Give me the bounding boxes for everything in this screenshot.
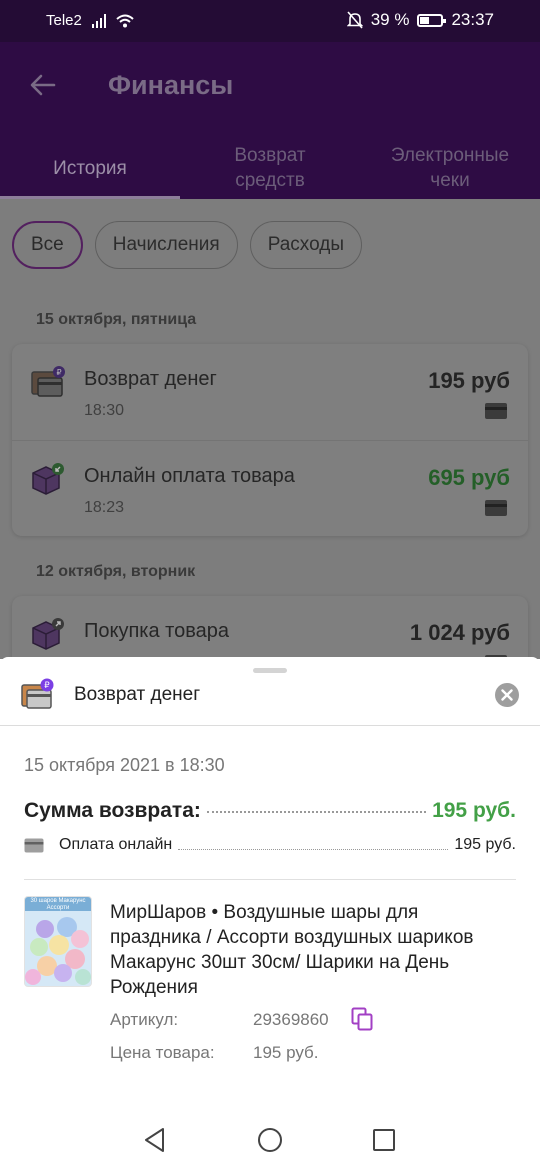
price-value: 195 руб. [253, 1043, 319, 1062]
wifi-icon [116, 14, 134, 27]
transaction-row[interactable]: Покупка товара 1 024 руб [12, 596, 528, 659]
transaction-name: Покупка товара [84, 620, 229, 642]
product-image-caption: 30 шаров Макарунс Ассорти [25, 897, 91, 911]
payment-method-row: Оплата онлайн 195 руб. [24, 833, 516, 857]
battery-percent: 39 % [370, 10, 410, 29]
tab-refunds[interactable]: Возврат средств [180, 137, 360, 199]
divider [24, 879, 516, 880]
dotted-leader [206, 811, 427, 813]
system-nav-bar [0, 1110, 540, 1170]
battery-icon [417, 13, 447, 27]
transaction-card: ₽ Возврат денег 18:30 195 руб Онлайн опл… [12, 344, 528, 536]
close-icon[interactable] [495, 683, 519, 707]
product-image[interactable]: 30 шаров Макарунс Ассорти [24, 896, 92, 987]
nav-recents-icon[interactable] [370, 1126, 398, 1154]
app-bar: Финансы История Возврат средств Электрон… [0, 42, 540, 199]
box-purchase-icon [32, 618, 64, 650]
card-payment-icon [485, 403, 507, 419]
refund-details-sheet: ₽ Возврат денег 15 октября 2021 в 18:30 … [0, 657, 540, 1170]
back-arrow-icon[interactable] [28, 70, 58, 100]
transaction-amount: 195 руб [428, 368, 510, 393]
transaction-amount: 695 руб [428, 465, 510, 490]
svg-text:₽: ₽ [44, 681, 50, 691]
article-value: 29369860 [253, 1010, 329, 1029]
article-label: Артикул: [110, 1010, 179, 1029]
bell-muted-icon [346, 11, 363, 29]
transaction-amount: 1 024 руб [409, 620, 510, 645]
transaction-row[interactable]: ₽ Возврат денег 18:30 195 руб [12, 344, 528, 440]
copy-icon[interactable] [351, 1007, 373, 1031]
dotted-leader [178, 848, 449, 850]
refund-sum-row: Сумма возврата: 195 руб. [24, 799, 516, 829]
transaction-name: Онлайн оплата товара [84, 465, 295, 487]
refund-sum-label: Сумма возврата: [24, 799, 201, 822]
carrier-label: Tele2 [46, 12, 82, 29]
product-title[interactable]: МирШаров • Воздушные шары для праздника … [110, 900, 510, 1000]
status-bar: Tele2 39 % 23:37 [0, 0, 540, 42]
battery-fill [420, 16, 430, 24]
nav-home-icon[interactable] [256, 1126, 284, 1154]
payment-method-value: 195 руб. [454, 836, 516, 853]
transaction-row[interactable]: Онлайн оплата товара 18:23 695 руб [12, 440, 528, 536]
transaction-history: Все Начисления Расходы 15 октября, пятни… [0, 199, 540, 659]
tab-e-receipts[interactable]: Электронные чеки [360, 137, 540, 199]
filter-chip-income[interactable]: Начисления [94, 221, 238, 269]
wallet-refund-icon: ₽ [21, 678, 54, 709]
svg-text:₽: ₽ [56, 368, 61, 377]
nav-back-icon[interactable] [141, 1126, 169, 1154]
box-payment-icon [32, 463, 64, 495]
price-label: Цена товара: [110, 1043, 215, 1062]
wallet-refund-icon: ₽ [31, 366, 65, 397]
refund-date: 15 октября 2021 в 18:30 [24, 755, 225, 775]
payment-method-label: Оплата онлайн [59, 836, 173, 853]
transaction-card: Покупка товара 1 024 руб [12, 596, 528, 659]
tab-history[interactable]: История [0, 137, 180, 199]
divider [0, 725, 540, 726]
refund-sum-value: 195 руб. [432, 799, 516, 822]
transaction-time: 18:23 [84, 499, 125, 516]
sheet-title: Возврат денег [74, 684, 201, 705]
page-title: Финансы [108, 70, 234, 100]
date-header: 12 октября, вторник [36, 563, 196, 580]
tab-bar: История Возврат средств Электронные чеки [0, 137, 540, 199]
filter-chips: Все Начисления Расходы [12, 221, 362, 269]
date-header: 15 октября, пятница [36, 311, 197, 328]
filter-chip-all[interactable]: Все [12, 221, 83, 269]
transaction-name: Возврат денег [84, 368, 217, 390]
card-payment-icon [24, 838, 44, 852]
sheet-drag-handle[interactable] [253, 668, 287, 673]
transaction-time: 18:30 [84, 402, 125, 419]
balloons-illustration [25, 917, 91, 985]
clock: 23:37 [451, 10, 494, 29]
card-payment-icon [485, 500, 507, 516]
signal-icon [91, 13, 106, 28]
filter-chip-expenses[interactable]: Расходы [249, 221, 362, 269]
